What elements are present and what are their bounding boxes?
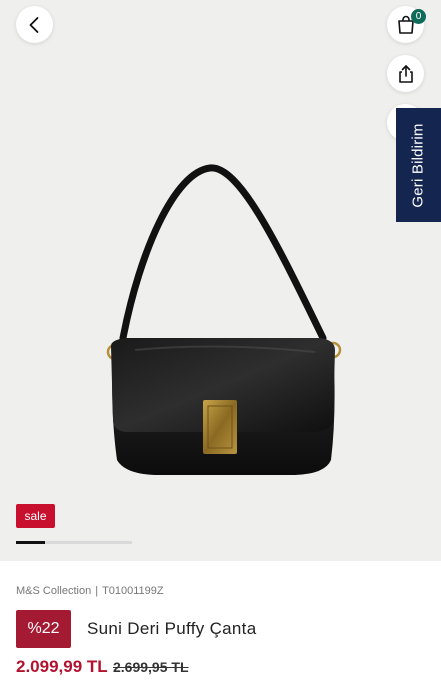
cart-count-badge: 0 [411, 9, 426, 24]
feedback-tab[interactable]: Geri Bildirim [396, 108, 441, 222]
product-image [106, 164, 342, 475]
product-meta: M&S Collection | T01001199Z [16, 585, 164, 597]
meta-separator: | [95, 585, 99, 597]
brand-label: M&S Collection [16, 585, 92, 597]
discount-badge: %22 [16, 610, 71, 648]
sku-label: T01001199Z [102, 585, 164, 597]
cart-button[interactable]: 0 [387, 6, 426, 43]
gallery-progress-fill [16, 541, 45, 544]
product-title: Suni Deri Puffy Çanta [87, 619, 257, 638]
back-button[interactable] [16, 6, 53, 43]
sale-badge: sale [16, 504, 55, 528]
feedback-label: Geri Bildirim [410, 122, 427, 208]
chevron-left-icon [29, 16, 38, 33]
product-gallery[interactable]: 0 Geri Bildirim sale [0, 0, 441, 561]
share-icon [398, 64, 413, 83]
current-price: 2.099,99 TL [16, 657, 108, 676]
share-button[interactable] [387, 55, 424, 92]
gallery-progress [16, 541, 132, 544]
old-price: 2.699,95 TL [113, 659, 189, 675]
